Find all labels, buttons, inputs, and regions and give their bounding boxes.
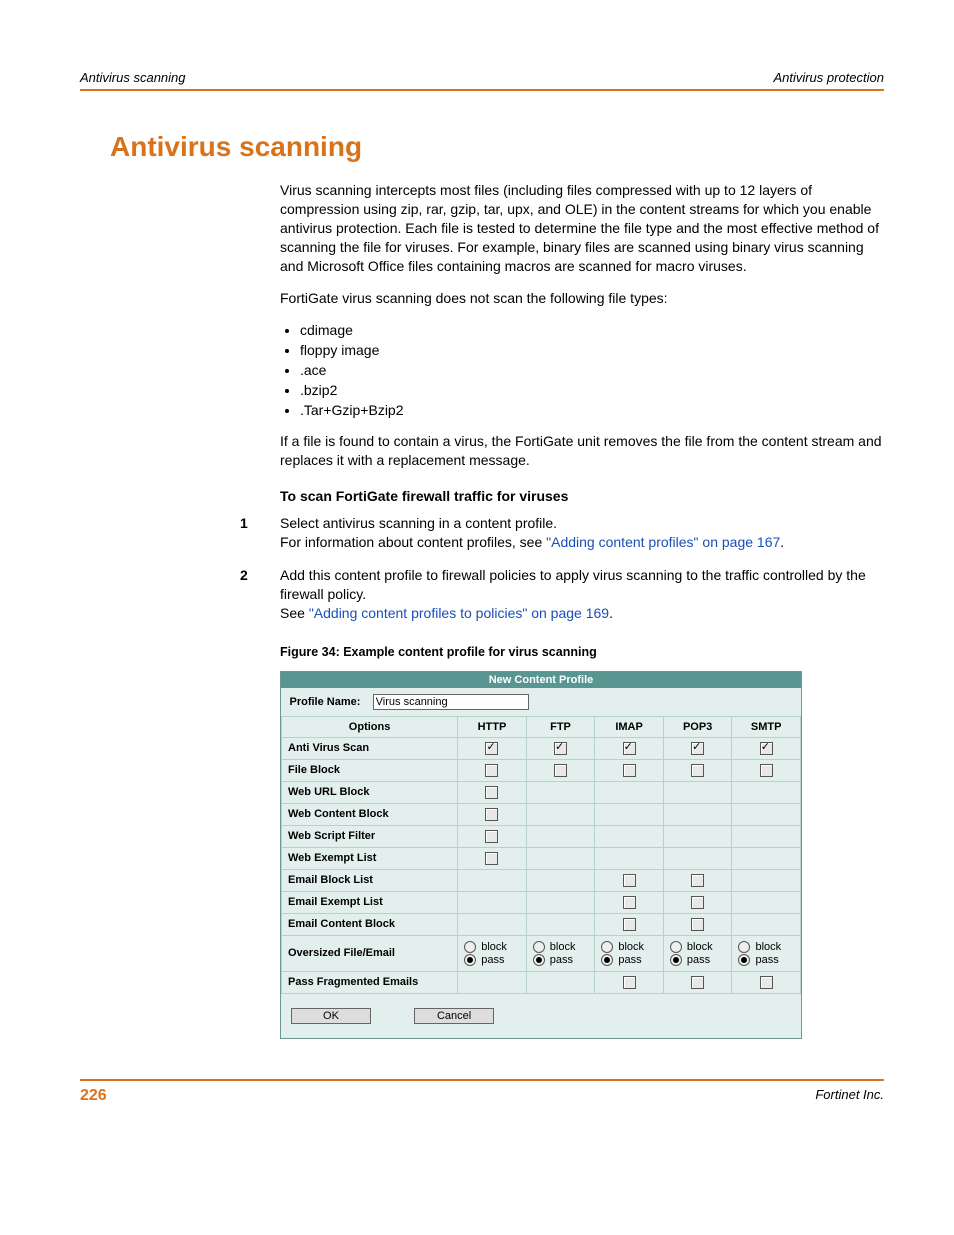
checkbox[interactable] xyxy=(623,874,636,887)
checkbox[interactable] xyxy=(485,830,498,843)
list-item: floppy image xyxy=(300,342,884,358)
unscanned-types-list: cdimage floppy image .ace .bzip2 .Tar+Gz… xyxy=(280,322,884,418)
option-label: Anti Virus Scan xyxy=(282,737,458,759)
checkbox[interactable] xyxy=(691,874,704,887)
checkbox[interactable] xyxy=(485,786,498,799)
checkbox[interactable] xyxy=(623,918,636,931)
checkbox[interactable] xyxy=(623,976,636,989)
option-label: File Block xyxy=(282,759,458,781)
step-text: See xyxy=(280,605,309,621)
col-options: Options xyxy=(282,716,458,737)
checkbox[interactable] xyxy=(691,976,704,989)
figure-caption: Figure 34: Example content profile for v… xyxy=(280,645,884,659)
page-title: Antivirus scanning xyxy=(110,131,884,163)
checkbox[interactable] xyxy=(691,764,704,777)
profile-name-input[interactable] xyxy=(373,694,529,710)
checkbox[interactable] xyxy=(691,918,704,931)
checkbox[interactable] xyxy=(623,742,636,755)
checkbox[interactable] xyxy=(623,764,636,777)
step-text: . xyxy=(609,605,613,621)
panel-title: New Content Profile xyxy=(281,672,801,688)
option-label: Web URL Block xyxy=(282,781,458,803)
step-2: 2 Add this content profile to firewall p… xyxy=(280,566,884,623)
paragraph-1: Virus scanning intercepts most files (in… xyxy=(280,181,884,275)
profile-name-label: Profile Name: xyxy=(290,696,361,708)
cancel-button[interactable]: Cancel xyxy=(414,1008,494,1024)
list-item: cdimage xyxy=(300,322,884,338)
col-imap: IMAP xyxy=(595,716,664,737)
list-item: .Tar+Gzip+Bzip2 xyxy=(300,402,884,418)
option-label: Email Block List xyxy=(282,869,458,891)
header: Antivirus scanning Antivirus protection xyxy=(80,70,884,91)
checkbox[interactable] xyxy=(760,742,773,755)
checkbox[interactable] xyxy=(760,764,773,777)
subheading: To scan FortiGate firewall traffic for v… xyxy=(280,488,884,504)
checkbox[interactable] xyxy=(485,764,498,777)
list-item: .bzip2 xyxy=(300,382,884,398)
header-left: Antivirus scanning xyxy=(80,70,186,85)
option-label: Web Exempt List xyxy=(282,847,458,869)
option-label: Web Content Block xyxy=(282,803,458,825)
option-label: Email Content Block xyxy=(282,913,458,935)
checkbox[interactable] xyxy=(760,976,773,989)
col-http: HTTP xyxy=(458,716,527,737)
radio-block[interactable] xyxy=(670,941,682,953)
content-profile-panel: New Content Profile Profile Name: Option… xyxy=(280,671,802,1039)
company-name: Fortinet Inc. xyxy=(815,1087,884,1105)
col-smtp: SMTP xyxy=(732,716,801,737)
radio-block[interactable] xyxy=(533,941,545,953)
checkbox[interactable] xyxy=(691,896,704,909)
radio-pass[interactable] xyxy=(738,954,750,966)
checkbox[interactable] xyxy=(554,764,567,777)
checkbox[interactable] xyxy=(691,742,704,755)
checkbox[interactable] xyxy=(485,852,498,865)
paragraph-3: If a file is found to contain a virus, t… xyxy=(280,432,884,470)
option-label: Pass Fragmented Emails xyxy=(282,971,458,993)
radio-block[interactable] xyxy=(464,941,476,953)
ok-button[interactable]: OK xyxy=(291,1008,371,1024)
radio-block[interactable] xyxy=(738,941,750,953)
col-pop3: POP3 xyxy=(663,716,732,737)
step-number: 2 xyxy=(240,566,248,585)
radio-block[interactable] xyxy=(601,941,613,953)
radio-pass[interactable] xyxy=(533,954,545,966)
link-adding-content-profiles[interactable]: "Adding content profiles" on page 167 xyxy=(546,534,780,550)
radio-pass[interactable] xyxy=(601,954,613,966)
checkbox[interactable] xyxy=(623,896,636,909)
step-text: Select antivirus scanning in a content p… xyxy=(280,515,557,531)
checkbox[interactable] xyxy=(485,742,498,755)
step-number: 1 xyxy=(240,514,248,533)
radio-pass[interactable] xyxy=(464,954,476,966)
header-right: Antivirus protection xyxy=(773,70,884,85)
footer: 226 Fortinet Inc. xyxy=(80,1079,884,1105)
page-number: 226 xyxy=(80,1087,107,1105)
step-1: 1 Select antivirus scanning in a content… xyxy=(280,514,884,552)
col-ftp: FTP xyxy=(526,716,595,737)
step-text: Add this content profile to firewall pol… xyxy=(280,567,866,602)
option-label: Oversized File/Email xyxy=(282,935,458,971)
checkbox[interactable] xyxy=(554,742,567,755)
option-label: Web Script Filter xyxy=(282,825,458,847)
step-text: For information about content profiles, … xyxy=(280,534,546,550)
paragraph-2: FortiGate virus scanning does not scan t… xyxy=(280,289,884,308)
link-adding-content-profiles-policies[interactable]: "Adding content profiles to policies" on… xyxy=(309,605,609,621)
option-label: Email Exempt List xyxy=(282,891,458,913)
step-text: . xyxy=(780,534,784,550)
radio-pass[interactable] xyxy=(670,954,682,966)
checkbox[interactable] xyxy=(485,808,498,821)
list-item: .ace xyxy=(300,362,884,378)
